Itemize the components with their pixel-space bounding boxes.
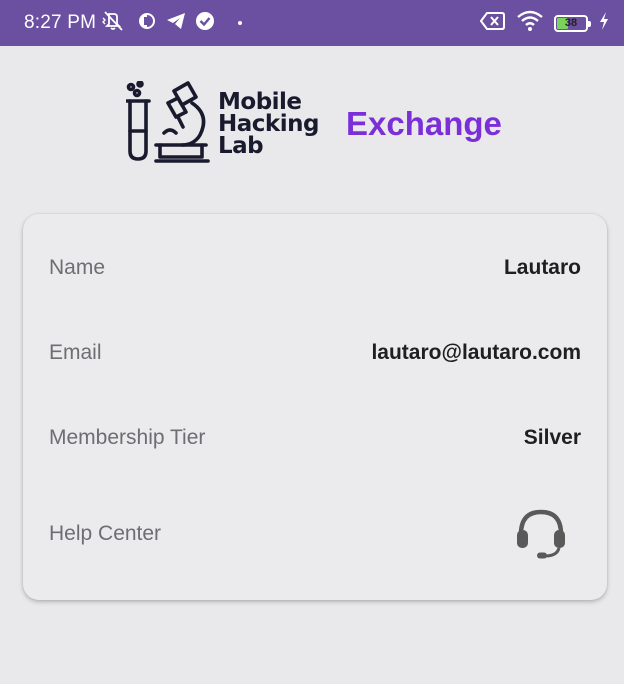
email-label: Email xyxy=(49,341,102,364)
check-circle-icon xyxy=(195,11,215,36)
name-value: Lautaro xyxy=(503,256,581,279)
battery-icon: 38 xyxy=(554,14,591,32)
membership-tier-label: Membership Tier xyxy=(49,426,206,449)
microscope-icon xyxy=(125,79,212,168)
logo-text: Mobile Hacking Lab xyxy=(218,89,319,159)
logo-line-3: Lab xyxy=(218,133,264,159)
help-center-button[interactable] xyxy=(511,504,571,564)
email-value: lautaro@lautaro.com xyxy=(371,341,581,364)
app-name: Exchange xyxy=(346,105,502,142)
profile-card: Name Lautaro Email lautaro@lautaro.com M… xyxy=(23,214,607,600)
headset-icon xyxy=(513,504,569,565)
help-center-label: Help Center xyxy=(49,522,162,545)
no-sim-icon xyxy=(479,11,506,36)
mobile-hacking-lab-logo: Mobile Hacking Lab xyxy=(125,79,319,168)
membership-tier-value: Silver xyxy=(523,426,581,449)
email-row: Email lautaro@lautaro.com xyxy=(49,341,581,365)
wifi-icon xyxy=(516,10,544,37)
charging-icon xyxy=(598,11,610,36)
logo-line-2: Hacking xyxy=(218,111,319,137)
status-time: 8:27 PM xyxy=(24,12,97,33)
help-center-row[interactable]: Help Center xyxy=(49,504,581,564)
mute-vibrate-icon xyxy=(102,10,128,37)
telegram-icon xyxy=(166,12,186,35)
battery-level: 38 xyxy=(564,16,578,29)
status-icons-right: 38 xyxy=(479,10,610,37)
name-row: Name Lautaro xyxy=(49,256,581,280)
membership-tier-row: Membership Tier Silver xyxy=(49,426,581,450)
name-label: Name xyxy=(49,256,106,279)
status-icons-left xyxy=(102,10,243,37)
data-saver-icon xyxy=(137,11,157,36)
logo-line-1: Mobile xyxy=(218,89,302,115)
notification-dot-icon xyxy=(238,21,243,25)
status-bar: 8:27 PM 38 xyxy=(0,0,624,46)
